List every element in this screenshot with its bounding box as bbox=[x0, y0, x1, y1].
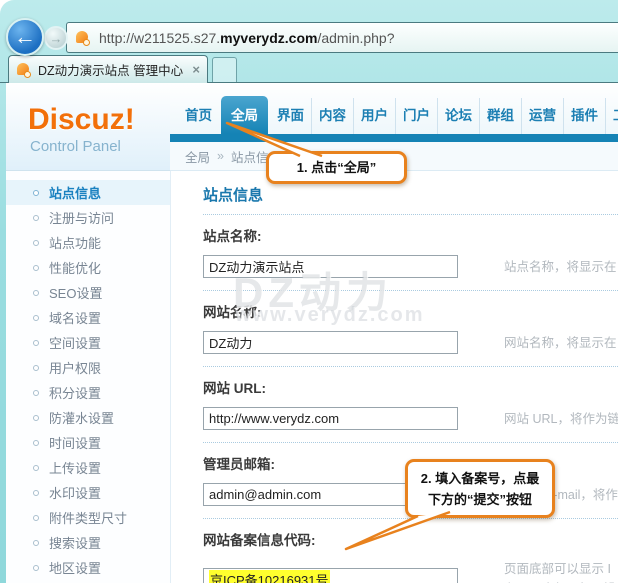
settings-sidebar: 站点信息 注册与访问 站点功能 性能优化 SEO设置 域名设置 空间设置 用户权… bbox=[6, 171, 170, 583]
bullet-icon bbox=[33, 515, 39, 521]
nav-item-portal[interactable]: 门户 bbox=[395, 98, 437, 134]
field-hint: 页面底部可以显示 I 在页面底部，如果没 bbox=[504, 559, 617, 583]
icp-code-input[interactable]: 京ICP备10216931号 bbox=[203, 568, 458, 583]
sidebar-item-register-access[interactable]: 注册与访问 bbox=[6, 205, 170, 230]
back-arrow-icon: ← bbox=[14, 24, 36, 50]
field-label: 网站名称: bbox=[203, 301, 618, 321]
field-icp-code: 网站备案信息代码: 京ICP备10216931号 页面底部可以显示 I 在页面底… bbox=[203, 529, 618, 583]
tab-title: DZ动力演示站点 管理中心 ... bbox=[38, 60, 186, 79]
divider bbox=[203, 442, 618, 443]
divider bbox=[203, 366, 618, 367]
browser-window: http://w211525.s27.myverydz.com/admin.ph… bbox=[0, 0, 618, 583]
nav-accent-bar bbox=[170, 134, 618, 142]
bullet-icon bbox=[33, 465, 39, 471]
sidebar-item-upload[interactable]: 上传设置 bbox=[6, 455, 170, 480]
divider bbox=[203, 290, 618, 291]
bullet-icon bbox=[33, 390, 39, 396]
forum-name-input[interactable]: DZ动力 bbox=[203, 331, 458, 354]
nav-item-forum[interactable]: 论坛 bbox=[437, 98, 479, 134]
forward-arrow-icon: → bbox=[50, 31, 63, 46]
bullet-icon bbox=[33, 540, 39, 546]
url-text: http://w211525.s27.myverydz.com/admin.ph… bbox=[99, 30, 395, 46]
sidebar-item-attachment-types[interactable]: 附件类型尺寸 bbox=[6, 505, 170, 530]
sidebar-item-domain[interactable]: 域名设置 bbox=[6, 305, 170, 330]
callout-step1: 1. 点击“全局” bbox=[266, 151, 407, 184]
nav-item-content[interactable]: 内容 bbox=[311, 98, 353, 134]
bullet-icon bbox=[33, 190, 39, 196]
nav-item-tools[interactable]: 工具 bbox=[605, 98, 618, 134]
highlighted-value: 京ICP备10216931号 bbox=[209, 570, 330, 583]
breadcrumb-section[interactable]: 全局 bbox=[185, 147, 210, 166]
nav-item-group[interactable]: 群组 bbox=[479, 98, 521, 134]
top-nav: 首页 全局 界面 内容 用户 门户 论坛 群组 运营 插件 工具 站长 bbox=[170, 83, 618, 134]
back-button[interactable]: ← bbox=[6, 18, 44, 56]
sidebar-item-search[interactable]: 搜索设置 bbox=[6, 530, 170, 555]
site-name-input[interactable]: DZ动力演示站点 bbox=[203, 255, 458, 278]
tab-favicon-icon bbox=[16, 62, 32, 78]
field-label: 网站备案信息代码: bbox=[203, 529, 618, 549]
sidebar-item-region[interactable]: 地区设置 bbox=[6, 555, 170, 580]
bullet-icon bbox=[33, 315, 39, 321]
callout-step2: 2. 填入备案号，点最 下方的“提交”按钮 bbox=[405, 459, 555, 518]
nav-item-interface[interactable]: 界面 bbox=[270, 98, 311, 134]
page-title: 站点信息 bbox=[203, 184, 618, 205]
bullet-icon bbox=[33, 490, 39, 496]
bullet-icon bbox=[33, 340, 39, 346]
sidebar-item-site-functions[interactable]: 站点功能 bbox=[6, 230, 170, 255]
sidebar-item-time[interactable]: 时间设置 bbox=[6, 430, 170, 455]
nav-item-plugins[interactable]: 插件 bbox=[563, 98, 605, 134]
tab-close-icon[interactable]: × bbox=[192, 62, 200, 77]
site-url-input[interactable]: http://www.verydz.com bbox=[203, 407, 458, 430]
site-favicon bbox=[75, 30, 91, 46]
bullet-icon bbox=[33, 265, 39, 271]
logo-subtitle: Control Panel bbox=[30, 138, 170, 155]
sidebar-item-seo[interactable]: SEO设置 bbox=[6, 280, 170, 305]
field-hint: 网站 URL，将作为链 bbox=[504, 409, 618, 429]
nav-item-users[interactable]: 用户 bbox=[353, 98, 395, 134]
sidebar-item-space[interactable]: 空间设置 bbox=[6, 330, 170, 355]
divider bbox=[203, 214, 618, 215]
field-label: 站点名称: bbox=[203, 225, 618, 245]
sidebar-item-site-info[interactable]: 站点信息 bbox=[6, 180, 170, 205]
nav-item-home[interactable]: 首页 bbox=[178, 98, 219, 134]
address-bar[interactable]: http://w211525.s27.myverydz.com/admin.ph… bbox=[66, 22, 618, 53]
sidebar-item-performance[interactable]: 性能优化 bbox=[6, 255, 170, 280]
field-hint: 站点名称，将显示在 bbox=[504, 257, 617, 277]
field-label: 网站 URL: bbox=[203, 377, 618, 397]
bullet-icon bbox=[33, 565, 39, 571]
bullet-icon bbox=[33, 240, 39, 246]
divider bbox=[203, 518, 618, 519]
nav-item-global[interactable]: 全局 bbox=[221, 96, 268, 134]
bullet-icon bbox=[33, 365, 39, 371]
bullet-icon bbox=[33, 440, 39, 446]
bullet-icon bbox=[33, 290, 39, 296]
new-tab-button[interactable] bbox=[212, 57, 237, 83]
sidebar-item-user-permissions[interactable]: 用户权限 bbox=[6, 355, 170, 380]
breadcrumb-separator: » bbox=[217, 149, 224, 163]
nav-item-operation[interactable]: 运营 bbox=[521, 98, 563, 134]
forward-button[interactable]: → bbox=[44, 26, 68, 50]
sidebar-item-anti-spam[interactable]: 防灌水设置 bbox=[6, 405, 170, 430]
field-site-url: 网站 URL: http://www.verydz.com 网站 URL，将作为… bbox=[203, 377, 618, 443]
sidebar-item-credits[interactable]: 积分设置 bbox=[6, 380, 170, 405]
field-site-name: 站点名称: DZ动力演示站点 站点名称，将显示在 bbox=[203, 225, 618, 291]
field-forum-name: 网站名称: DZ动力 网站名称，将显示在 bbox=[203, 301, 618, 367]
discuz-logo: Discuz! bbox=[28, 103, 170, 137]
logo-panel: Discuz! Control Panel bbox=[6, 83, 170, 171]
main-content: DZ动力 www.verydz.com 站点信息 站点名称: DZ动力演示站点 … bbox=[170, 171, 618, 583]
browser-tab[interactable]: DZ动力演示站点 管理中心 ... × bbox=[8, 55, 208, 83]
bullet-icon bbox=[33, 215, 39, 221]
bullet-icon bbox=[33, 415, 39, 421]
sidebar-item-watermark[interactable]: 水印设置 bbox=[6, 480, 170, 505]
field-hint: 网站名称，将显示在 bbox=[504, 333, 617, 353]
